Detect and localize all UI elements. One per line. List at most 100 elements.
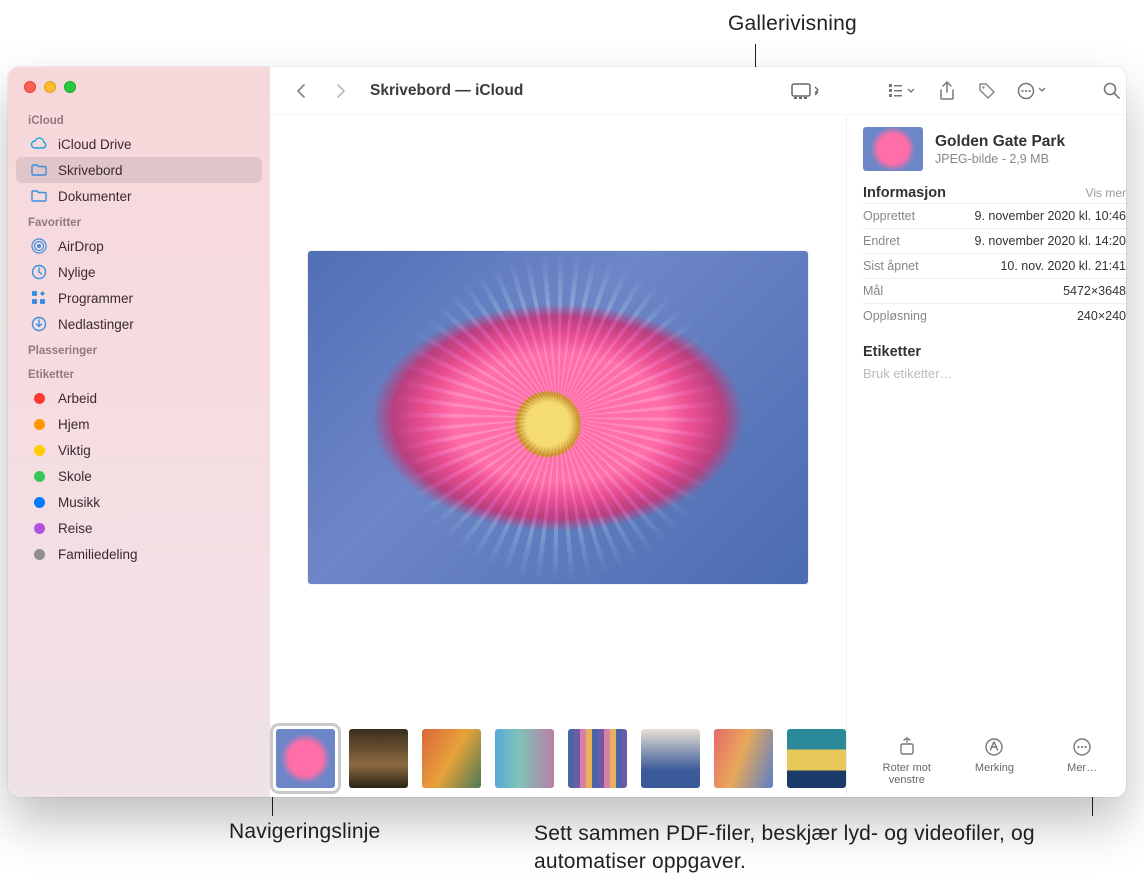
action-label: Mer… [1067, 762, 1097, 775]
action-label: Roter mot venstre [869, 762, 945, 787]
search-button[interactable] [1094, 77, 1126, 105]
info-panel: Golden Gate Park JPEG-bilde - 2,9 MB Inf… [846, 115, 1126, 797]
tag-icon [30, 441, 48, 459]
info-value: 10. nov. 2020 kl. 21:41 [1000, 259, 1126, 273]
share-button[interactable] [930, 77, 964, 105]
apps-icon [30, 289, 48, 307]
thumbnail[interactable] [568, 729, 627, 788]
preview-image[interactable] [308, 251, 808, 584]
thumbnail[interactable] [276, 729, 335, 788]
info-key: Sist åpnet [863, 259, 919, 273]
info-row: Oppløsning 240×240 [863, 303, 1126, 328]
thumbnail[interactable] [422, 729, 481, 788]
info-row: Opprettet 9. november 2020 kl. 10:46 [863, 203, 1126, 228]
sidebar-item[interactable]: iCloud Drive [16, 131, 262, 157]
info-key: Endret [863, 234, 900, 248]
sidebar-item-label: Skole [58, 469, 92, 484]
window-title: Skrivebord — iCloud [370, 82, 523, 100]
sidebar-item-label: Reise [58, 521, 93, 536]
sidebar-section-header: iCloud [8, 107, 270, 131]
markup-icon [983, 736, 1005, 758]
tag-icon [30, 467, 48, 485]
sidebar-item[interactable]: Skole [16, 463, 262, 489]
sidebar-item-label: Programmer [58, 291, 133, 306]
sidebar-item-label: Arbeid [58, 391, 97, 406]
forward-button[interactable] [324, 77, 358, 105]
info-key: Opprettet [863, 209, 915, 223]
tag-icon [30, 519, 48, 537]
info-thumbnail [863, 127, 923, 171]
sidebar-item[interactable]: Musikk [16, 489, 262, 515]
info-key: Oppløsning [863, 309, 927, 323]
sidebar-item[interactable]: Nedlastinger [16, 311, 262, 337]
thumbnail[interactable] [714, 729, 773, 788]
sidebar-item[interactable]: Skrivebord [16, 157, 262, 183]
finder-window: iCloudiCloud DriveSkrivebord Dokumenter Fa… [8, 67, 1126, 797]
minimize-button[interactable] [44, 81, 56, 93]
sidebar-item[interactable]: Reise [16, 515, 262, 541]
airdrop-icon [30, 237, 48, 255]
more-icon [1071, 736, 1093, 758]
sidebar-section-header: Plasseringer [8, 337, 270, 361]
download-icon [30, 315, 48, 333]
sidebar-item-label: Musikk [58, 495, 100, 510]
tags-section-title: Etiketter [863, 344, 1126, 360]
sidebar-item[interactable]: Viktig [16, 437, 262, 463]
main-area: Skrivebord — iCloud [270, 67, 1126, 797]
info-section-header: Informasjon Vis mer [863, 185, 1126, 201]
sidebar-item[interactable]: Dokumenter [16, 183, 262, 209]
sidebar-item[interactable]: Arbeid [16, 385, 262, 411]
fullscreen-button[interactable] [64, 81, 76, 93]
sidebar-item-label: Familiedeling [58, 547, 138, 562]
content-area: Golden Gate Park JPEG-bilde - 2,9 MB Inf… [270, 115, 1126, 797]
back-button[interactable] [284, 77, 318, 105]
sidebar-item[interactable]: AirDrop [16, 233, 262, 259]
thumbnail[interactable] [641, 729, 700, 788]
markup-button[interactable]: Merking [956, 736, 1032, 787]
action-label: Merking [975, 762, 1014, 775]
show-more-link[interactable]: Vis mer [1086, 186, 1126, 200]
sidebar-section-header: Etiketter [8, 361, 270, 385]
tag-icon [30, 493, 48, 511]
callout-navigation-bar: Navigeringslinje [229, 820, 380, 844]
folder-icon [30, 187, 48, 205]
sidebar-item-label: Dokumenter [58, 189, 132, 204]
callout-quick-actions: Sett sammen PDF-filer, beskjær lyd- og v… [534, 820, 1094, 877]
sidebar-item[interactable]: Programmer [16, 285, 262, 311]
tag-icon [30, 545, 48, 563]
info-row: Endret9. november 2020 kl. 14:20 [863, 228, 1126, 253]
toolbar: Skrivebord — iCloud [270, 67, 1126, 115]
info-row: Mål 5472×3648 [863, 278, 1126, 303]
view-mode-gallery-button[interactable] [784, 77, 828, 105]
thumbnail[interactable] [349, 729, 408, 788]
thumbnail[interactable] [495, 729, 554, 788]
file-subtitle: JPEG-bilde - 2,9 MB [935, 152, 1065, 166]
sidebar-item[interactable]: Nylige [16, 259, 262, 285]
rotate-icon [896, 736, 918, 758]
sidebar-item-label: AirDrop [58, 239, 104, 254]
thumbnail-strip [270, 719, 846, 797]
callout-gallery-view: Gallerivisning [728, 12, 857, 36]
sidebar-item-label: Hjem [58, 417, 90, 432]
sidebar-item-label: Nylige [58, 265, 96, 280]
thumbnail[interactable] [787, 729, 846, 788]
group-button[interactable] [880, 77, 924, 105]
sidebar: iCloudiCloud DriveSkrivebord Dokumenter Fa… [8, 67, 270, 797]
info-value: 240×240 [1077, 309, 1126, 323]
tag-icon [30, 389, 48, 407]
action-menu-button[interactable] [1010, 77, 1054, 105]
info-value: 9. november 2020 kl. 10:46 [975, 209, 1127, 223]
sidebar-item[interactable]: Hjem [16, 411, 262, 437]
info-key: Mål [863, 284, 883, 298]
rotate-left-button[interactable]: Roter mot venstre [869, 736, 945, 787]
sidebar-item-label: Viktig [58, 443, 91, 458]
more-actions-button[interactable]: Mer… [1044, 736, 1120, 787]
tag-icon [30, 415, 48, 433]
sidebar-section-header: Favoritter [8, 209, 270, 233]
tags-input[interactable]: Bruk etiketter… [863, 366, 1126, 381]
info-value: 5472×3648 [1063, 284, 1126, 298]
info-section-title: Informasjon [863, 185, 946, 201]
tags-button[interactable] [970, 77, 1004, 105]
sidebar-item[interactable]: Familiedeling [16, 541, 262, 567]
close-button[interactable] [24, 81, 36, 93]
